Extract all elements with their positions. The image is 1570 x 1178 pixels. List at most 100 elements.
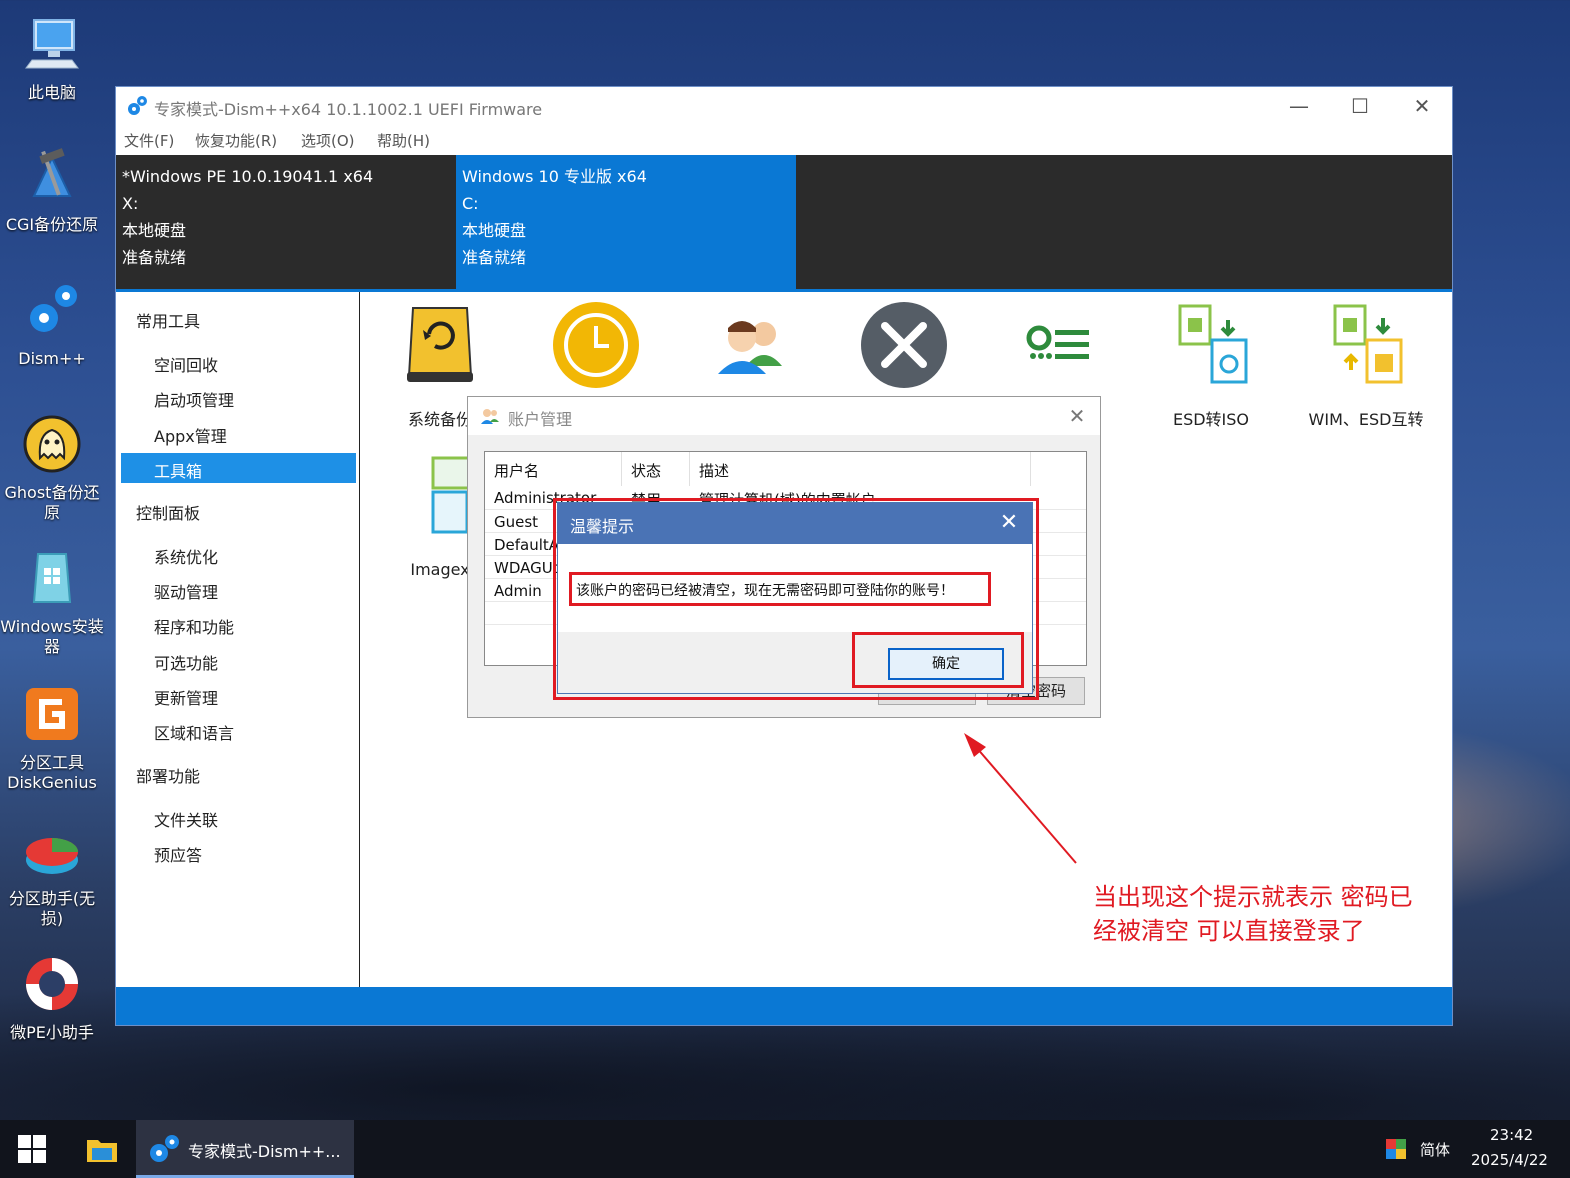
sidebar-item-boot-manager[interactable]: 启动项管理 bbox=[154, 387, 234, 411]
desktop-icon-diskgenius[interactable]: 分区工具DiskGenius bbox=[0, 684, 104, 793]
tools-icon bbox=[861, 302, 947, 388]
clock-date[interactable]: 2025/4/22 bbox=[1471, 1151, 1548, 1169]
desktop-icon-dism[interactable]: Dism++ bbox=[0, 280, 104, 369]
image-card-line: *Windows PE 10.0.19041.1 x64 bbox=[122, 167, 374, 186]
maximize-button[interactable]: ☐ bbox=[1340, 91, 1380, 121]
desktop-icon-label: 微PE小助手 bbox=[10, 1023, 94, 1042]
tool-account-management[interactable] bbox=[676, 300, 826, 406]
annotation-arrow-icon bbox=[964, 733, 1077, 864]
desktop-icon-wepe-helper[interactable]: 微PE小助手 bbox=[0, 954, 104, 1043]
image-card-win10[interactable]: Windows 10 专业版 x64 C: 本地硬盘 准备就绪 bbox=[456, 155, 796, 289]
users-icon bbox=[481, 409, 499, 424]
tool-restore[interactable] bbox=[521, 300, 671, 406]
close-button[interactable]: ✕ bbox=[1402, 91, 1442, 121]
windows-logo-icon bbox=[18, 1135, 46, 1163]
desktop-icon-this-pc[interactable]: 此电脑 bbox=[0, 14, 104, 103]
sidebar-item-file-assoc[interactable]: 文件关联 bbox=[154, 807, 218, 831]
sidebar-item-label: 工具箱 bbox=[154, 462, 203, 481]
sidebar-item-updates[interactable]: 更新管理 bbox=[154, 685, 218, 709]
users-icon bbox=[718, 321, 782, 374]
ghost-icon bbox=[23, 415, 81, 473]
sidebar-item-optional-features[interactable]: 可选功能 bbox=[154, 650, 218, 674]
sidebar-item-region-language[interactable]: 区域和语言 bbox=[154, 720, 234, 744]
desktop-icon-windows-installer[interactable]: Windows安装器 bbox=[0, 548, 104, 657]
table-row-username[interactable]: Guest bbox=[494, 513, 538, 531]
sidebar-group-control: 控制面板 bbox=[136, 504, 201, 523]
column-header-username[interactable]: 用户名 bbox=[494, 460, 539, 481]
menu-options[interactable]: 选项(O) bbox=[301, 130, 355, 151]
sidebar-item-optimize[interactable]: 系统优化 bbox=[154, 544, 218, 568]
column-header-description[interactable]: 描述 bbox=[699, 460, 729, 481]
dism-gear-icon bbox=[30, 285, 77, 332]
ime-indicator[interactable]: 简体 bbox=[1420, 1139, 1450, 1160]
tool-label: WIM、ESD互转 bbox=[1308, 410, 1424, 429]
system-backup-icon bbox=[407, 307, 473, 382]
folder-icon bbox=[87, 1140, 117, 1162]
minimize-button[interactable]: — bbox=[1279, 91, 1319, 121]
sidebar-item-drivers[interactable]: 驱动管理 bbox=[154, 579, 218, 603]
clock-restore-icon bbox=[553, 302, 639, 388]
highlight-box-message bbox=[569, 572, 991, 606]
sidebar-item-unattend[interactable]: 预应答 bbox=[154, 842, 202, 866]
dism-gear-icon bbox=[128, 96, 147, 115]
start-button[interactable] bbox=[0, 1120, 64, 1178]
desktop-icon-label: Dism++ bbox=[18, 349, 86, 368]
diskgenius-icon bbox=[26, 688, 78, 740]
tool-label: ESD转ISO bbox=[1172, 410, 1250, 429]
image-card-line: 准备就绪 bbox=[462, 248, 527, 267]
taskbar: 专家模式-Dism++... 简体 23:42 2025/4/22 bbox=[0, 1120, 1570, 1178]
table-row-username[interactable]: Admin bbox=[494, 582, 542, 600]
tool-esd-to-iso[interactable]: ESD转ISO bbox=[1136, 300, 1286, 430]
clock-time[interactable]: 23:42 bbox=[1490, 1126, 1533, 1144]
status-bar bbox=[116, 987, 1452, 1025]
close-icon[interactable]: ✕ bbox=[1062, 401, 1092, 431]
column-divider bbox=[689, 452, 690, 486]
menu-help[interactable]: 帮助(H) bbox=[377, 130, 430, 151]
tool-settings-list[interactable] bbox=[983, 300, 1133, 406]
desktop-icon-cgi[interactable]: CGI备份还原 bbox=[0, 146, 104, 235]
desktop-icon-label: Windows安装器 bbox=[0, 617, 104, 656]
annotation-text: 当出现这个提示就表示 密码已经被清空 可以直接登录了 bbox=[1093, 883, 1413, 945]
column-divider bbox=[1030, 452, 1031, 486]
esd-to-iso-icon bbox=[1178, 304, 1248, 384]
window-title: 专家模式-Dism++x64 10.1.1002.1 UEFI Firmware bbox=[154, 100, 543, 119]
computer-icon bbox=[25, 19, 79, 69]
image-card-line: C: bbox=[462, 194, 479, 213]
lifebuoy-icon bbox=[26, 958, 78, 1010]
dialog-titlebar[interactable]: 账户管理 bbox=[468, 397, 1100, 435]
sidebar-item-space-reclaim[interactable]: 空间回收 bbox=[154, 352, 218, 376]
image-card-line: Windows 10 专业版 x64 bbox=[462, 167, 647, 186]
cgi-backup-icon bbox=[32, 148, 72, 197]
desktop-icon-label: Ghost备份还原 bbox=[4, 483, 100, 522]
color-display-icon[interactable] bbox=[1386, 1139, 1406, 1159]
sidebar-item-appx[interactable]: Appx管理 bbox=[154, 423, 227, 447]
menu-file[interactable]: 文件(F) bbox=[124, 130, 174, 151]
tool-utilities[interactable] bbox=[829, 300, 979, 406]
sidebar-item-programs[interactable]: 程序和功能 bbox=[154, 614, 234, 638]
sidebar-group-deploy: 部署功能 bbox=[136, 767, 201, 786]
image-card-line: 准备就绪 bbox=[122, 248, 187, 267]
taskbar-app-dism[interactable]: 专家模式-Dism++... bbox=[136, 1120, 354, 1178]
tool-wim-esd-convert[interactable]: WIM、ESD互转 bbox=[1291, 300, 1441, 430]
wim-esd-convert-icon bbox=[1333, 304, 1403, 384]
column-divider bbox=[621, 452, 622, 486]
sidebar: 常用工具 空间回收 启动项管理 Appx管理 工具箱 控制面板 系统优化 驱动管… bbox=[116, 292, 360, 987]
image-card-line: X: bbox=[122, 194, 139, 213]
image-card-line: 本地硬盘 bbox=[462, 221, 527, 240]
image-card-line: 本地硬盘 bbox=[122, 221, 187, 240]
image-card-pe[interactable]: *Windows PE 10.0.19041.1 x64 X: 本地硬盘 准备就… bbox=[116, 155, 456, 289]
desktop-icon-ghost[interactable]: Ghost备份还原 bbox=[0, 414, 104, 523]
menu-recovery[interactable]: 恢复功能(R) bbox=[195, 130, 277, 151]
partition-assistant-icon bbox=[26, 838, 78, 874]
window-titlebar[interactable]: 专家模式-Dism++x64 10.1.1002.1 UEFI Firmware… bbox=[116, 87, 1452, 125]
image-selector-bar: *Windows PE 10.0.19041.1 x64 X: 本地硬盘 准备就… bbox=[116, 155, 1452, 289]
desktop-icon-label: 分区工具DiskGenius bbox=[7, 753, 97, 792]
column-header-status[interactable]: 状态 bbox=[631, 460, 661, 481]
dialog-title: 账户管理 bbox=[508, 410, 573, 429]
desktop-icon-partition-assistant[interactable]: 分区助手(无损) bbox=[0, 820, 104, 929]
dism-gear-icon bbox=[150, 1135, 179, 1162]
taskbar-app-label: 专家模式-Dism++... bbox=[188, 1142, 341, 1161]
settings-list-icon bbox=[1026, 325, 1089, 359]
desktop-icon-label: CGI备份还原 bbox=[5, 215, 99, 234]
file-explorer-button[interactable] bbox=[72, 1120, 132, 1178]
